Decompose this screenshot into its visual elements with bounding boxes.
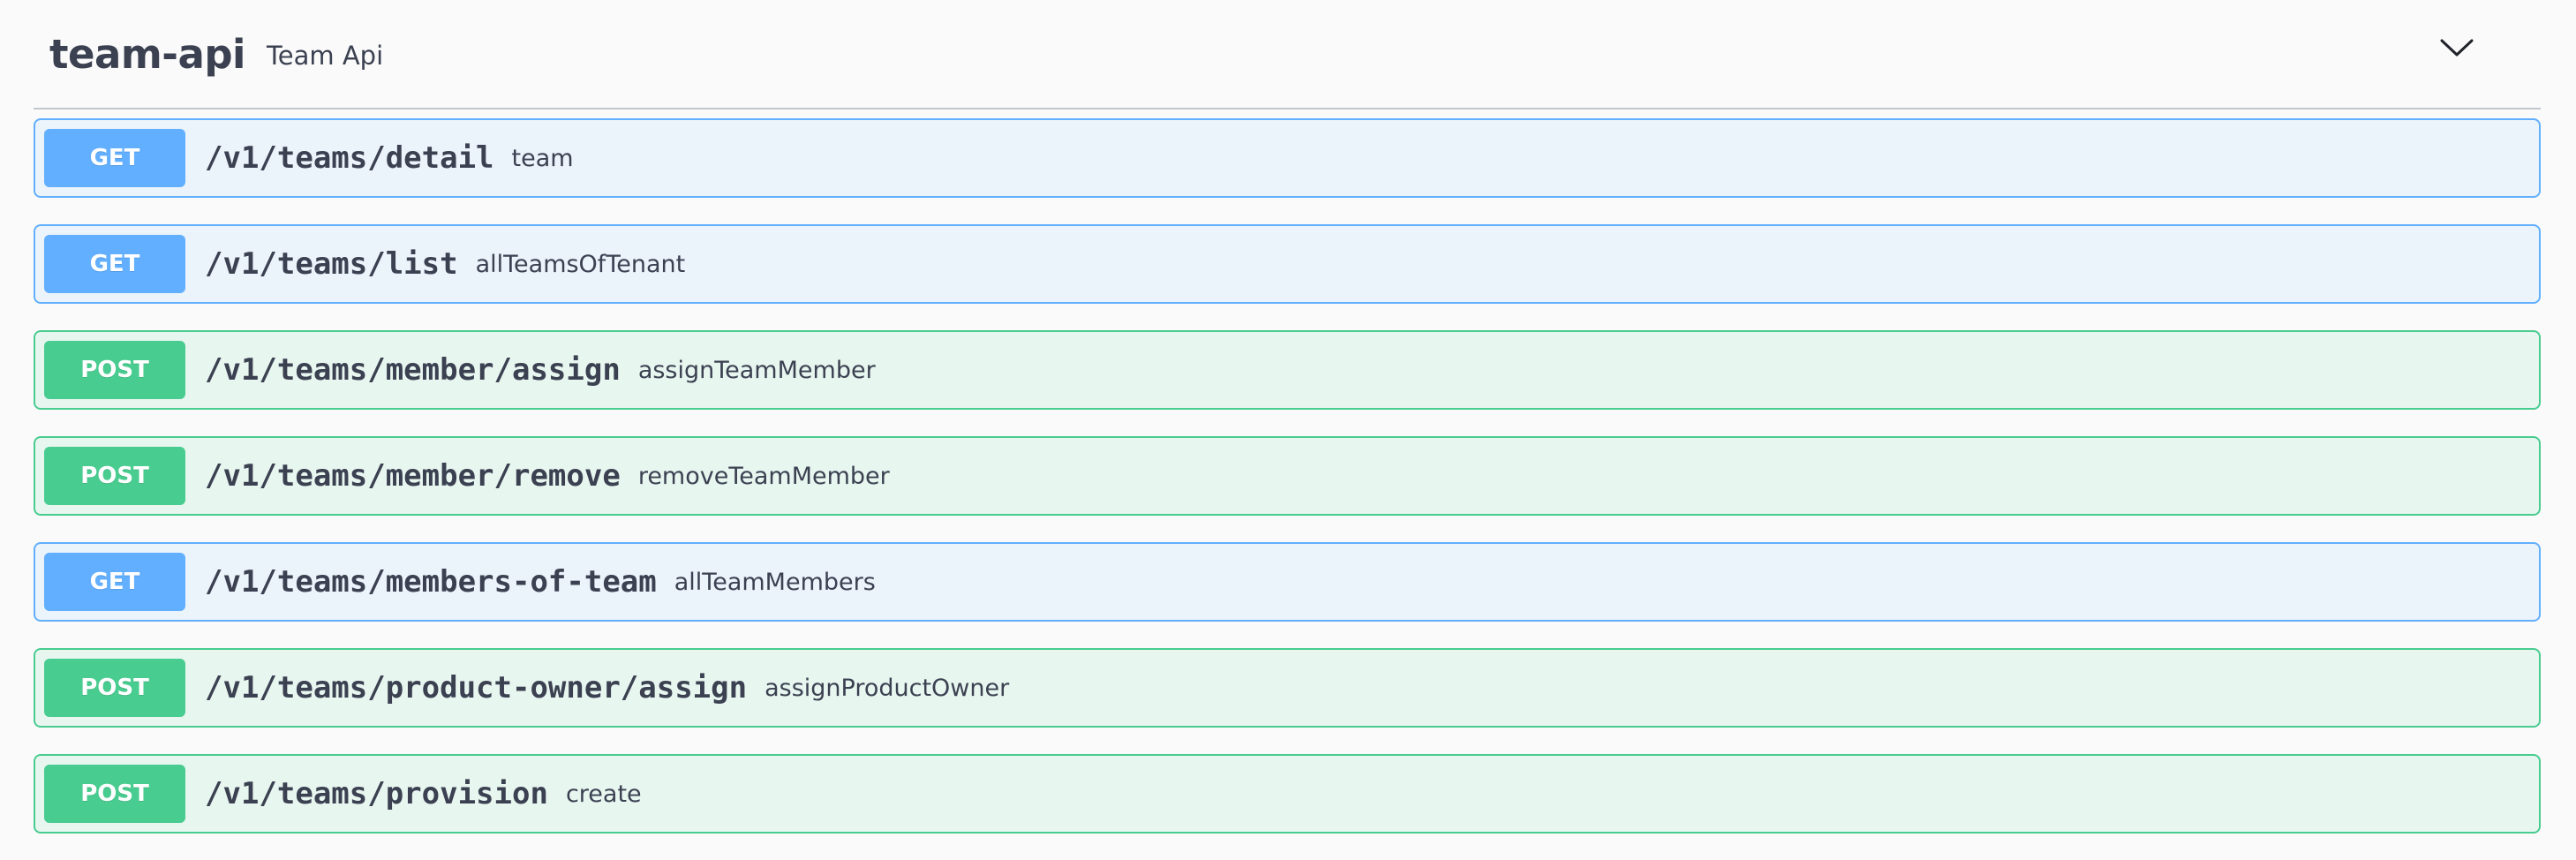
operation-get-teams-detail[interactable]: GET /v1/teams/detail team bbox=[34, 118, 2541, 198]
operation-post-provision[interactable]: POST /v1/teams/provision create bbox=[34, 754, 2541, 834]
operation-post-member-remove[interactable]: POST /v1/teams/member/remove removeTeamM… bbox=[34, 436, 2541, 516]
operation-get-teams-list[interactable]: GET /v1/teams/list allTeamsOfTenant bbox=[34, 224, 2541, 304]
method-badge: POST bbox=[44, 341, 185, 399]
operation-path: /v1/teams/detail bbox=[205, 140, 494, 176]
method-badge: POST bbox=[44, 447, 185, 505]
operation-post-product-owner-assign[interactable]: POST /v1/teams/product-owner/assign assi… bbox=[34, 648, 2541, 728]
tag-section: team-api Team Api GET /v1/teams/detail t… bbox=[34, 0, 2541, 860]
operation-path: /v1/teams/members-of-team bbox=[205, 564, 657, 600]
operation-path: /v1/teams/product-owner/assign bbox=[205, 670, 748, 705]
operation-path: /v1/teams/member/assign bbox=[205, 352, 621, 388]
operation-summary: allTeamMembers bbox=[674, 568, 876, 596]
operations-list: GET /v1/teams/detail team GET /v1/teams/… bbox=[34, 118, 2541, 834]
operation-summary: team bbox=[511, 144, 574, 172]
operation-summary: assignProductOwner bbox=[765, 674, 1010, 702]
method-badge: GET bbox=[44, 553, 185, 611]
operation-summary: assignTeamMember bbox=[637, 356, 876, 384]
operation-path: /v1/teams/list bbox=[205, 246, 458, 282]
tag-header[interactable]: team-api Team Api bbox=[34, 0, 2541, 109]
operation-post-member-assign[interactable]: POST /v1/teams/member/assign assignTeamM… bbox=[34, 330, 2541, 410]
operation-path: /v1/teams/member/remove bbox=[205, 458, 621, 494]
tag-description: Team Api bbox=[266, 41, 384, 71]
method-badge: GET bbox=[44, 129, 185, 187]
method-badge: POST bbox=[44, 659, 185, 717]
tag-name: team-api bbox=[49, 30, 245, 78]
operation-summary: create bbox=[565, 780, 642, 808]
operation-summary: allTeamsOfTenant bbox=[475, 250, 686, 278]
operation-get-members-of-team[interactable]: GET /v1/teams/members-of-team allTeamMem… bbox=[34, 542, 2541, 622]
chevron-down-icon[interactable] bbox=[2435, 32, 2479, 64]
method-badge: GET bbox=[44, 235, 185, 293]
swagger-page: team-api Team Api GET /v1/teams/detail t… bbox=[0, 0, 2576, 860]
method-badge: POST bbox=[44, 765, 185, 823]
operation-path: /v1/teams/provision bbox=[205, 776, 548, 811]
operation-summary: removeTeamMember bbox=[637, 462, 890, 490]
